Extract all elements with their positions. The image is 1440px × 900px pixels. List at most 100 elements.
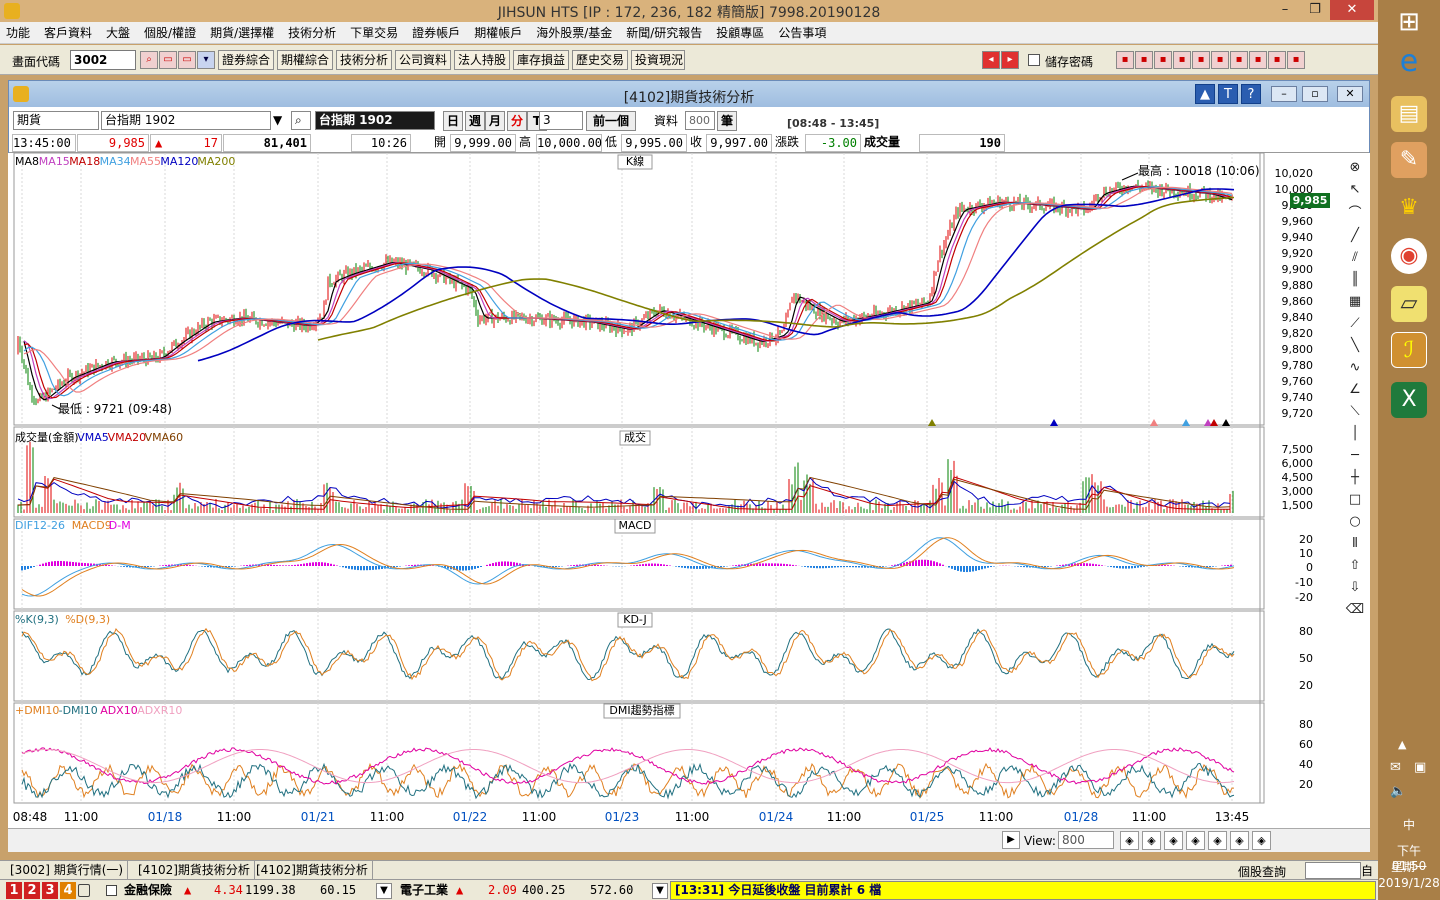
screen-switch-button[interactable]: 1 <box>6 882 22 899</box>
input-language[interactable]: 中 <box>1378 816 1440 833</box>
code-input[interactable]: 3002 <box>70 50 136 70</box>
screen-switch-button[interactable]: 4 <box>60 882 76 899</box>
angle-icon[interactable]: ∠ <box>1344 380 1366 400</box>
arrow-up-icon[interactable]: ▲ <box>1195 84 1215 104</box>
draw-tool-icon[interactable]: ▪ <box>1116 51 1134 69</box>
arrow-right-icon[interactable]: ▸ <box>1001 51 1019 69</box>
grid-icon[interactable]: ▪ <box>1135 51 1153 69</box>
period-button[interactable]: 日 <box>443 111 463 131</box>
menu-item[interactable]: 大盤 <box>106 24 130 41</box>
network-icon[interactable]: ▣ <box>1414 760 1426 775</box>
toolbar-button[interactable]: 技術分析 <box>336 50 392 70</box>
dropdown-icon[interactable]: ▾ <box>197 51 215 69</box>
toolbar-button[interactable]: 歷史交易 <box>572 50 628 70</box>
period-button[interactable]: 月 <box>485 111 505 131</box>
fan-icon[interactable]: ⟋ <box>1344 314 1366 334</box>
window-close-icon[interactable]: ▭ <box>178 51 196 69</box>
print-icon[interactable]: ▪ <box>1268 51 1286 69</box>
lock-icon[interactable] <box>78 884 90 897</box>
pen-icon[interactable]: ◈ <box>1230 831 1249 850</box>
copy-icon[interactable]: ▪ <box>1173 51 1191 69</box>
contract-select[interactable]: 台指期 1902 <box>101 111 271 130</box>
settings-icon[interactable]: ▪ <box>1230 51 1248 69</box>
eraser-icon[interactable]: ⌫ <box>1344 600 1366 620</box>
window-icon[interactable]: ▭ <box>159 51 177 69</box>
minimize-button[interactable]: – <box>1270 0 1300 20</box>
menu-item[interactable]: 下單交易 <box>350 24 398 41</box>
inner-close-button[interactable]: ✕ <box>1337 86 1363 102</box>
gear-icon[interactable]: ◈ <box>1252 831 1271 850</box>
document-icon[interactable]: ▪ <box>1287 51 1305 69</box>
refresh-icon[interactable]: ◈ <box>1186 831 1205 850</box>
toolbar-button[interactable]: 期權綜合 <box>277 50 333 70</box>
data-count-input[interactable]: 800 <box>685 111 715 130</box>
period-button[interactable]: 週 <box>465 111 485 131</box>
down-arrow-icon[interactable]: ⇩ <box>1344 578 1366 598</box>
status-checkbox[interactable] <box>106 885 117 896</box>
text-tool-icon[interactable]: ▪ <box>1192 51 1210 69</box>
file-explorer-icon[interactable]: ▤ <box>1391 96 1427 132</box>
menu-item[interactable]: 個股/權證 <box>144 24 196 41</box>
inner-restore-button[interactable]: ▫ <box>1302 86 1328 102</box>
menu-item[interactable]: 海外股票/基金 <box>536 24 612 41</box>
tray-app-icon[interactable]: ✉ <box>1390 760 1401 775</box>
windows-start-icon[interactable]: ⊞ <box>1391 4 1427 40</box>
previous-button[interactable]: 前一個 <box>586 111 636 131</box>
inner-minimize-button[interactable]: – <box>1271 86 1297 102</box>
news-ticker[interactable]: [13:31] 今日延後收盤 目前累計 6 檔 <box>670 881 1376 900</box>
rectangle-icon[interactable]: □ <box>1344 490 1366 510</box>
type-select[interactable]: 期貨 <box>13 111 99 130</box>
layout-icon[interactable]: ◈ <box>1208 831 1227 850</box>
clock-date[interactable]: 2019/1/28 <box>1378 876 1440 890</box>
period-button[interactable]: 分 <box>507 111 527 131</box>
excel-icon[interactable]: X <box>1391 382 1427 418</box>
window-tab[interactable]: [4102]期貨技術分析 <box>134 861 255 879</box>
stock-search-button[interactable]: 自 <box>1361 862 1377 879</box>
tray-expand-icon[interactable]: ▲ <box>1398 738 1406 751</box>
save-password-checkbox[interactable] <box>1028 54 1040 66</box>
scroll-right-icon[interactable]: ▶ <box>1002 831 1020 849</box>
text-icon[interactable]: T <box>1218 84 1238 104</box>
internet-explorer-icon[interactable]: e <box>1391 44 1427 80</box>
menu-item[interactable]: 功能 <box>6 24 30 41</box>
sticky-notes-icon[interactable]: ▱ <box>1391 286 1427 322</box>
cycle-lines-icon[interactable]: ⦀ <box>1344 534 1366 554</box>
bell-icon[interactable]: ▪ <box>1249 51 1267 69</box>
up-arrow-icon[interactable]: ⇧ <box>1344 556 1366 576</box>
menu-item[interactable]: 期貨/選擇權 <box>210 24 274 41</box>
trend-line-icon[interactable]: ╲ <box>1344 336 1366 356</box>
bars-button[interactable]: 筆 <box>717 111 737 131</box>
menu-item[interactable]: 投顧專區 <box>716 24 764 41</box>
chrome-icon[interactable]: ◉ <box>1391 238 1427 274</box>
stock-search-input[interactable] <box>1305 862 1361 879</box>
zoom-icon[interactable]: ⌕ <box>291 111 311 130</box>
menu-item[interactable]: 公告事項 <box>778 24 826 41</box>
close-button[interactable]: ✕ <box>1330 0 1374 20</box>
menu-item[interactable]: 技術分析 <box>288 24 336 41</box>
menu-item[interactable]: 證券帳戶 <box>412 24 460 41</box>
menu-item[interactable]: 新聞/研究報告 <box>626 24 702 41</box>
split-icon[interactable]: ▪ <box>1211 51 1229 69</box>
vertical-line-icon[interactable]: │ <box>1344 424 1366 444</box>
screen-switch-button[interactable]: 3 <box>42 882 58 899</box>
close-tool-icon[interactable]: ⊗ <box>1344 158 1366 178</box>
maximize-button[interactable]: ❐ <box>1300 0 1330 20</box>
zoom-out-icon[interactable]: ◈ <box>1142 831 1161 850</box>
toolbar-button[interactable]: 證券綜合 <box>218 50 274 70</box>
paint-icon[interactable]: ✎ <box>1391 142 1427 178</box>
parallel-icon[interactable]: ⫽ <box>1344 248 1366 268</box>
crosshair-icon[interactable]: ┼ <box>1344 468 1366 488</box>
arc-icon[interactable]: ⌒ <box>1344 204 1366 224</box>
sector2-dropdown[interactable]: ▼ <box>652 883 668 899</box>
toolbar-button[interactable]: 庫存損益 <box>513 50 569 70</box>
menu-item[interactable]: 客戶資料 <box>44 24 92 41</box>
zoom-in-icon[interactable]: ◈ <box>1120 831 1139 850</box>
crown-app-icon[interactable]: ♛ <box>1391 190 1427 226</box>
screen-switch-button[interactable]: 2 <box>24 882 40 899</box>
help-icon[interactable]: ? <box>1241 84 1261 104</box>
wave-icon[interactable]: ∿ <box>1344 358 1366 378</box>
ellipse-icon[interactable]: ○ <box>1344 512 1366 532</box>
volume-icon[interactable]: 🔈 <box>1390 784 1406 799</box>
minutes-select[interactable]: 3 <box>539 111 583 130</box>
view-input[interactable]: 800 <box>1058 831 1114 849</box>
